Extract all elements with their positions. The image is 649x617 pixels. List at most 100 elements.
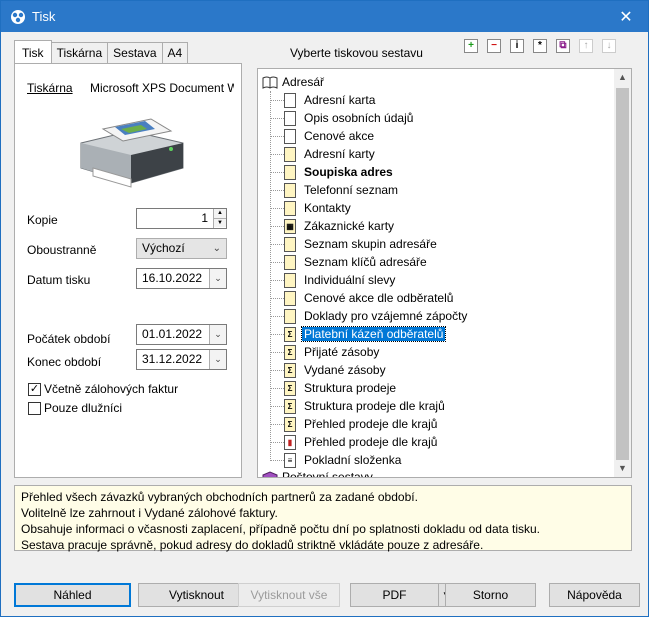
tree-item[interactable]: Adresní karty — [270, 145, 377, 163]
tab-paper-size[interactable]: A4 — [161, 42, 189, 63]
sigma-icon: Σ — [284, 380, 296, 396]
tree-node-postal-reports[interactable]: Poštovní sestavy — [262, 469, 373, 478]
tree-connector — [270, 153, 284, 155]
period-start-field[interactable]: 01.01.2022 ⌄ — [136, 324, 227, 345]
tree-connector — [270, 135, 284, 137]
tree-item[interactable]: ▦ Zákaznické karty — [270, 217, 396, 235]
report-tree[interactable]: Adresář Adresní karta Opis osobních údajů… — [257, 68, 632, 478]
list-document-icon — [284, 164, 296, 180]
tree-item[interactable]: Σ Vydané zásoby — [270, 361, 388, 379]
print-all-button[interactable]: Vytisknout vše — [238, 583, 340, 607]
report-description: Přehled všech závazků vybraných obchodní… — [14, 485, 632, 552]
tree-item-label: Seznam skupin adresáře — [304, 237, 437, 251]
report-info-icon[interactable]: i — [510, 39, 524, 53]
close-button[interactable]: ✕ — [604, 1, 648, 32]
tree-connector — [270, 117, 284, 119]
document-icon — [284, 92, 296, 108]
tree-item[interactable]: Cenové akce — [270, 127, 376, 145]
tree-connector — [270, 333, 284, 335]
tree-item-label: Struktura prodeje dle krajů — [304, 399, 445, 413]
tree-item[interactable]: Σ Platební kázeň odběratelů — [270, 325, 447, 343]
tab-print[interactable]: Tisk — [14, 40, 52, 63]
include-advance-checkbox[interactable]: ✓ — [28, 383, 41, 396]
tree-connector — [270, 441, 284, 443]
tree-connector — [270, 261, 284, 263]
tree-item[interactable]: Σ Struktura prodeje dle krajů — [270, 397, 447, 415]
copies-stepper[interactable]: 1 ▲ ▼ — [136, 208, 227, 229]
tree-connector — [270, 423, 284, 425]
duplex-select[interactable]: Výchozí ⌄ — [136, 238, 227, 259]
tree-item[interactable]: ▮ Přehled prodeje dle krajů — [270, 433, 439, 451]
period-end-field[interactable]: 31.12.2022 ⌄ — [136, 349, 227, 370]
tree-item[interactable]: Seznam klíčů adresáře — [270, 253, 429, 271]
tree-item-label: Soupiska adres — [304, 165, 393, 179]
chevron-down-icon[interactable]: ⌄ — [209, 325, 226, 344]
tree-item[interactable]: Telefonní seznam — [270, 181, 400, 199]
tab-printer[interactable]: Tiskárna — [50, 42, 109, 63]
copy-report-icon[interactable]: ⧉ — [556, 39, 570, 53]
pdf-label: PDF — [382, 588, 407, 602]
tree-item-label: Přijaté zásoby — [304, 345, 380, 359]
move-down-icon[interactable]: ↓ — [602, 39, 616, 53]
edit-report-icon[interactable]: * — [533, 39, 547, 53]
tree-connector — [270, 459, 284, 461]
chevron-down-icon[interactable]: ⌄ — [209, 350, 226, 369]
description-line: Sestava pracuje správně, pokud adresy do… — [21, 538, 484, 552]
tree-item[interactable]: Σ Struktura prodeje — [270, 379, 398, 397]
tree-connector — [270, 225, 284, 227]
description-line: Obsahuje informaci o včasnosti zaplacení… — [21, 522, 540, 536]
scrollbar-thumb[interactable] — [616, 88, 629, 460]
move-up-icon[interactable]: ↑ — [579, 39, 593, 53]
tree-connector — [270, 369, 284, 371]
list-document-icon — [284, 254, 296, 270]
printer-icon — [80, 118, 184, 188]
tree-item[interactable]: Individuální slevy — [270, 271, 397, 289]
tree-item[interactable]: Σ Přehled prodeje dle krajů — [270, 415, 439, 433]
period-end-label: Konec období — [27, 355, 102, 369]
tree-item-label: Cenové akce dle odběratelů — [304, 291, 454, 305]
tree-root-label: Adresář — [282, 75, 325, 89]
sigma-icon: Σ — [284, 398, 296, 414]
scroll-up-icon[interactable]: ▲ — [614, 69, 631, 86]
scroll-down-icon[interactable]: ▼ — [614, 460, 631, 477]
sigma-icon: Σ — [284, 344, 296, 360]
spin-down-icon[interactable]: ▼ — [214, 218, 226, 227]
chevron-down-icon[interactable]: ⌄ — [209, 269, 226, 288]
debtors-only-checkbox[interactable] — [28, 402, 41, 415]
tree-item[interactable]: Soupiska adres — [270, 163, 395, 181]
tree-item[interactable]: Seznam skupin adresáře — [270, 235, 439, 253]
tree-item[interactable]: Doklady pro vzájemné zápočty — [270, 307, 469, 325]
help-button[interactable]: Nápověda — [549, 583, 640, 607]
copies-spin[interactable]: ▲ ▼ — [213, 209, 226, 228]
tree-connector — [270, 351, 284, 353]
tree-node-address-book[interactable]: Adresář — [262, 74, 324, 90]
add-report-icon[interactable]: + — [464, 39, 478, 53]
window-title: Tisk — [32, 9, 56, 24]
cancel-button[interactable]: Storno — [445, 583, 536, 607]
chart-icon: ▮ — [284, 434, 296, 450]
tree-scrollbar[interactable]: ▲ ▼ — [614, 69, 631, 477]
tree-item[interactable]: Adresní karta — [270, 91, 377, 109]
tree-item[interactable]: Kontakty — [270, 199, 353, 217]
book-icon — [262, 470, 278, 477]
form-icon: ≡ — [284, 452, 296, 468]
period-end-value: 31.12.2022 — [142, 352, 203, 366]
tree-item[interactable]: ≡ Pokladní složenka — [270, 451, 403, 469]
print-dialog: Tisk ✕ Tisk Tiskárna Sestava A4 Tiskárna… — [0, 0, 649, 617]
remove-report-icon[interactable]: − — [487, 39, 501, 53]
tree-item-label: Adresní karta — [304, 93, 376, 107]
tree-item[interactable]: Opis osobních údajů — [270, 109, 415, 127]
spin-up-icon[interactable]: ▲ — [214, 209, 226, 218]
chevron-down-icon: ⌄ — [212, 243, 221, 254]
printer-link[interactable]: Tiskárna — [27, 81, 73, 95]
pdf-button[interactable]: PDF ▼ — [350, 583, 454, 607]
list-document-icon — [284, 236, 296, 252]
tree-root-label: Poštovní sestavy — [282, 470, 373, 478]
tree-item[interactable]: Σ Přijaté zásoby — [270, 343, 381, 361]
preview-button[interactable]: Náhled — [14, 583, 131, 607]
print-date-field[interactable]: 16.10.2022 ⌄ — [136, 268, 227, 289]
tree-item[interactable]: Cenové akce dle odběratelů — [270, 289, 455, 307]
tab-report[interactable]: Sestava — [107, 42, 163, 63]
copies-label: Kopie — [27, 213, 58, 227]
tree-item-label: Kontakty — [304, 201, 351, 215]
